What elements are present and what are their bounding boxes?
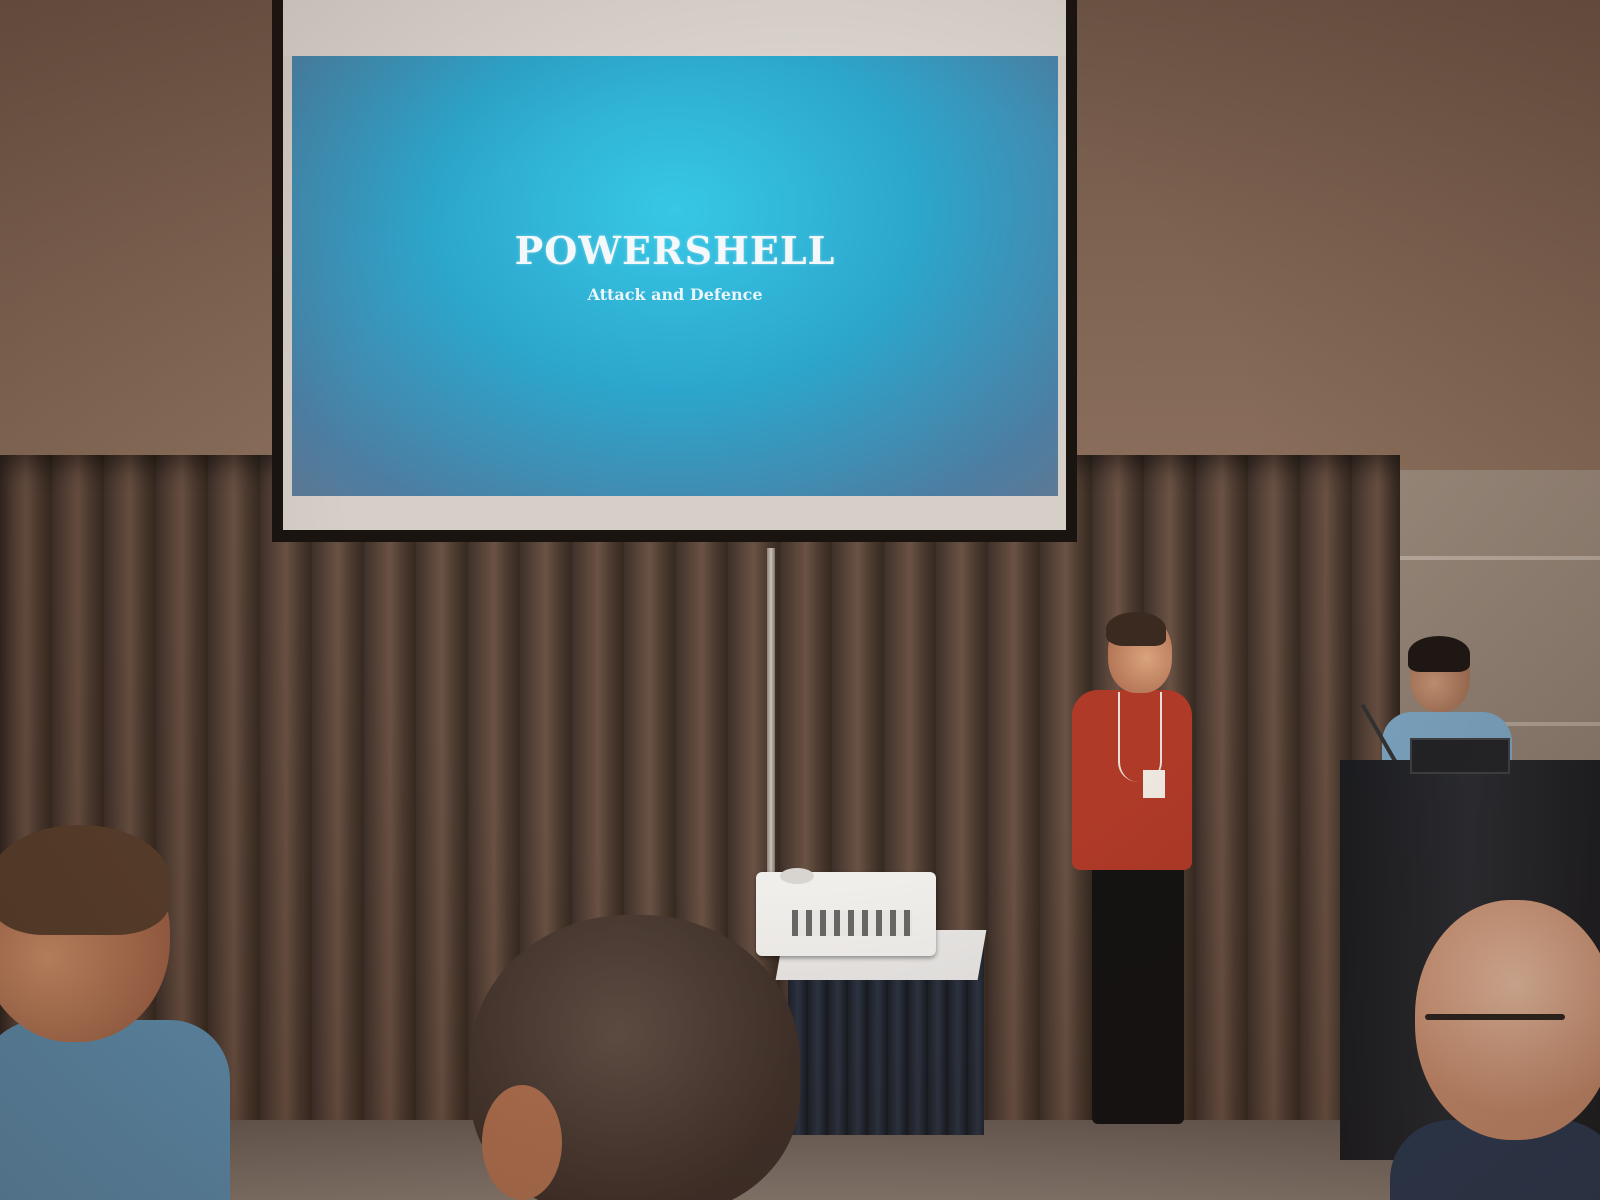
slide-subtitle: Attack and Defence: [587, 285, 763, 304]
presenter-legs: [1092, 866, 1184, 1124]
wall-trim: [1380, 556, 1600, 560]
glasses: [1425, 1014, 1565, 1020]
second-presenter-hair: [1408, 636, 1470, 672]
screen-top-margin: [283, 0, 1066, 56]
presentation-slide: POWERSHELL Attack and Defence: [292, 56, 1058, 496]
projector-lens: [780, 868, 814, 884]
audience-member-left-body: [0, 1020, 230, 1200]
conference-room-scene: POWERSHELL Attack and Defence: [0, 0, 1600, 1200]
audience-member-center-ear: [482, 1085, 562, 1200]
audience-member-right-head: [1415, 900, 1600, 1140]
presenter-hair: [1106, 612, 1166, 646]
name-badge: [1143, 770, 1165, 798]
projector-ports: [792, 910, 912, 936]
audience-member-left-hair: [0, 825, 170, 935]
laptop: [1410, 738, 1510, 774]
slide-title: POWERSHELL: [514, 228, 836, 273]
screen-stand-pole: [767, 548, 775, 878]
presenter-lanyard: [1118, 692, 1162, 782]
